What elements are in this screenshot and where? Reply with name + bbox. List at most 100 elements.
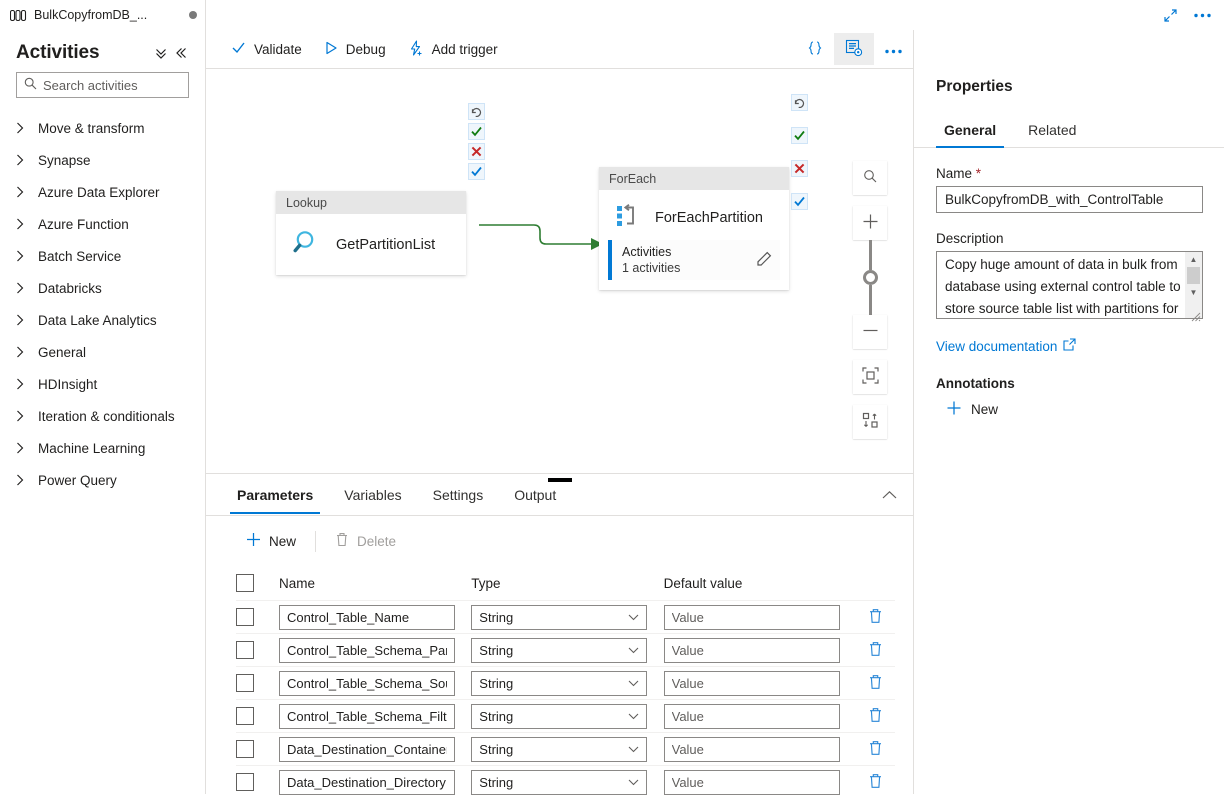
parameter-name-input[interactable] [279,704,455,729]
more-options-button[interactable] [874,33,913,65]
view-documentation-link[interactable]: View documentation [936,338,1076,354]
scroll-up-arrow-icon[interactable]: ▲ [1190,252,1198,266]
parameter-default-value-input[interactable] [664,704,840,729]
more-ellipsis-icon[interactable] [1193,6,1211,24]
row-checkbox[interactable] [236,740,254,758]
validate-button[interactable]: Validate [220,33,313,65]
description-scrollbar[interactable]: ▲ ▼ [1185,252,1202,318]
parameter-type-select[interactable]: String [471,638,647,663]
sidebar-item-data-lake-analytics[interactable]: Data Lake Analytics [0,304,205,336]
sidebar-item-move-transform[interactable]: Move & transform [0,112,205,144]
delete-row-icon[interactable] [868,641,883,660]
delete-row-icon[interactable] [868,773,883,792]
delete-row-icon[interactable] [868,674,883,693]
completion-check-icon[interactable] [468,163,485,180]
add-annotation-button[interactable]: New [946,400,998,419]
search-activities-box[interactable] [16,72,189,98]
sidebar-item-azure-function[interactable]: Azure Function [0,208,205,240]
foreach-activities-box[interactable]: Activities 1 activities [608,240,780,280]
parameter-default-value-input[interactable] [664,770,840,795]
chevron-up-icon[interactable] [882,490,897,500]
double-chevron-down-icon[interactable] [151,43,171,63]
delete-parameter-button[interactable]: Delete [325,525,406,557]
pipeline-description-textarea[interactable]: Copy huge amount of data in bulk from da… [936,251,1203,319]
row-checkbox[interactable] [236,674,254,692]
sidebar-item-synapse[interactable]: Synapse [0,144,205,176]
chevron-right-icon [16,122,28,134]
canvas-search-button[interactable] [853,161,887,195]
activity-node-type: ForEach [599,167,789,190]
success-check-icon[interactable] [791,127,808,144]
failure-x-icon[interactable] [468,143,485,160]
completion-check-icon[interactable] [791,193,808,210]
delete-row-icon[interactable] [868,608,883,627]
window-tab[interactable]: BulkCopyfromDB_... [0,0,206,30]
sidebar-item-iteration-conditionals[interactable]: Iteration & conditionals [0,400,205,432]
view-documentation-label: View documentation [936,339,1057,354]
double-chevron-left-icon[interactable] [171,43,191,63]
pipeline-name-input[interactable] [936,186,1203,213]
parameter-default-value-input[interactable] [664,605,840,630]
search-input[interactable] [43,78,181,93]
auto-align-button[interactable] [853,405,887,439]
resize-grip-icon[interactable] [1191,310,1201,320]
retry-icon[interactable] [791,94,808,111]
parameter-type-select[interactable]: String [471,605,647,630]
properties-panel-button[interactable] [834,33,874,65]
zoom-slider-thumb[interactable] [863,270,878,285]
row-checkbox[interactable] [236,608,254,626]
parameter-name-input[interactable] [279,605,455,630]
tab-output[interactable]: Output [505,476,565,514]
sidebar-item-azure-data-explorer[interactable]: Azure Data Explorer [0,176,205,208]
scrollbar-thumb[interactable] [1187,267,1200,284]
parameter-default-value-input[interactable] [664,638,840,663]
parameter-default-value-input[interactable] [664,737,840,762]
tab-related[interactable]: Related [1020,118,1084,147]
sidebar-item-databricks[interactable]: Databricks [0,272,205,304]
row-checkbox[interactable] [236,773,254,791]
parameter-type-select[interactable]: String [471,671,647,696]
zoom-out-button[interactable] [853,315,887,349]
success-check-icon[interactable] [468,123,485,140]
failure-x-icon[interactable] [791,160,808,177]
scroll-down-arrow-icon[interactable]: ▼ [1190,285,1198,299]
tab-general[interactable]: General [936,118,1004,147]
fit-to-screen-button[interactable] [853,360,887,394]
debug-label: Debug [346,42,386,57]
tab-parameters[interactable]: Parameters [228,476,322,514]
code-view-button[interactable] [796,33,834,65]
parameter-name-input[interactable] [279,671,455,696]
delete-row-icon[interactable] [868,740,883,759]
parameter-name-input[interactable] [279,737,455,762]
parameter-type-select[interactable]: String [471,704,647,729]
activity-node-lookup[interactable]: Lookup GetPartitionList [276,191,466,275]
add-trigger-button[interactable]: Add trigger [397,33,509,65]
pipeline-canvas[interactable]: Lookup GetPartitionList ForEach ForEachP… [206,69,913,474]
tab-variables[interactable]: Variables [335,476,410,514]
activity-node-foreach[interactable]: ForEach ForEachPartition Activities 1 ac… [599,167,789,290]
sidebar-item-hdinsight[interactable]: HDInsight [0,368,205,400]
toolbar-separator [315,531,316,552]
retry-icon[interactable] [468,103,485,120]
new-parameter-button[interactable]: New [236,525,306,557]
delete-row-icon[interactable] [868,707,883,726]
zoom-in-button[interactable] [853,206,887,240]
zoom-slider-track-upper[interactable] [869,240,872,270]
sidebar-item-general[interactable]: General [0,336,205,368]
parameter-name-input[interactable] [279,770,455,795]
row-checkbox[interactable] [236,707,254,725]
parameter-type-select[interactable]: String [471,770,647,795]
parameter-type-select[interactable]: String [471,737,647,762]
select-all-checkbox[interactable] [236,574,254,592]
expand-diagonal-icon[interactable] [1161,6,1179,24]
pencil-edit-icon[interactable] [756,251,772,270]
tab-settings[interactable]: Settings [424,476,493,514]
parameter-name-input[interactable] [279,638,455,663]
debug-button[interactable]: Debug [313,33,397,65]
row-checkbox[interactable] [236,641,254,659]
parameter-default-value-input[interactable] [664,671,840,696]
sidebar-item-power-query[interactable]: Power Query [0,464,205,496]
zoom-slider-track-lower[interactable] [869,285,872,315]
sidebar-item-machine-learning[interactable]: Machine Learning [0,432,205,464]
sidebar-item-batch-service[interactable]: Batch Service [0,240,205,272]
